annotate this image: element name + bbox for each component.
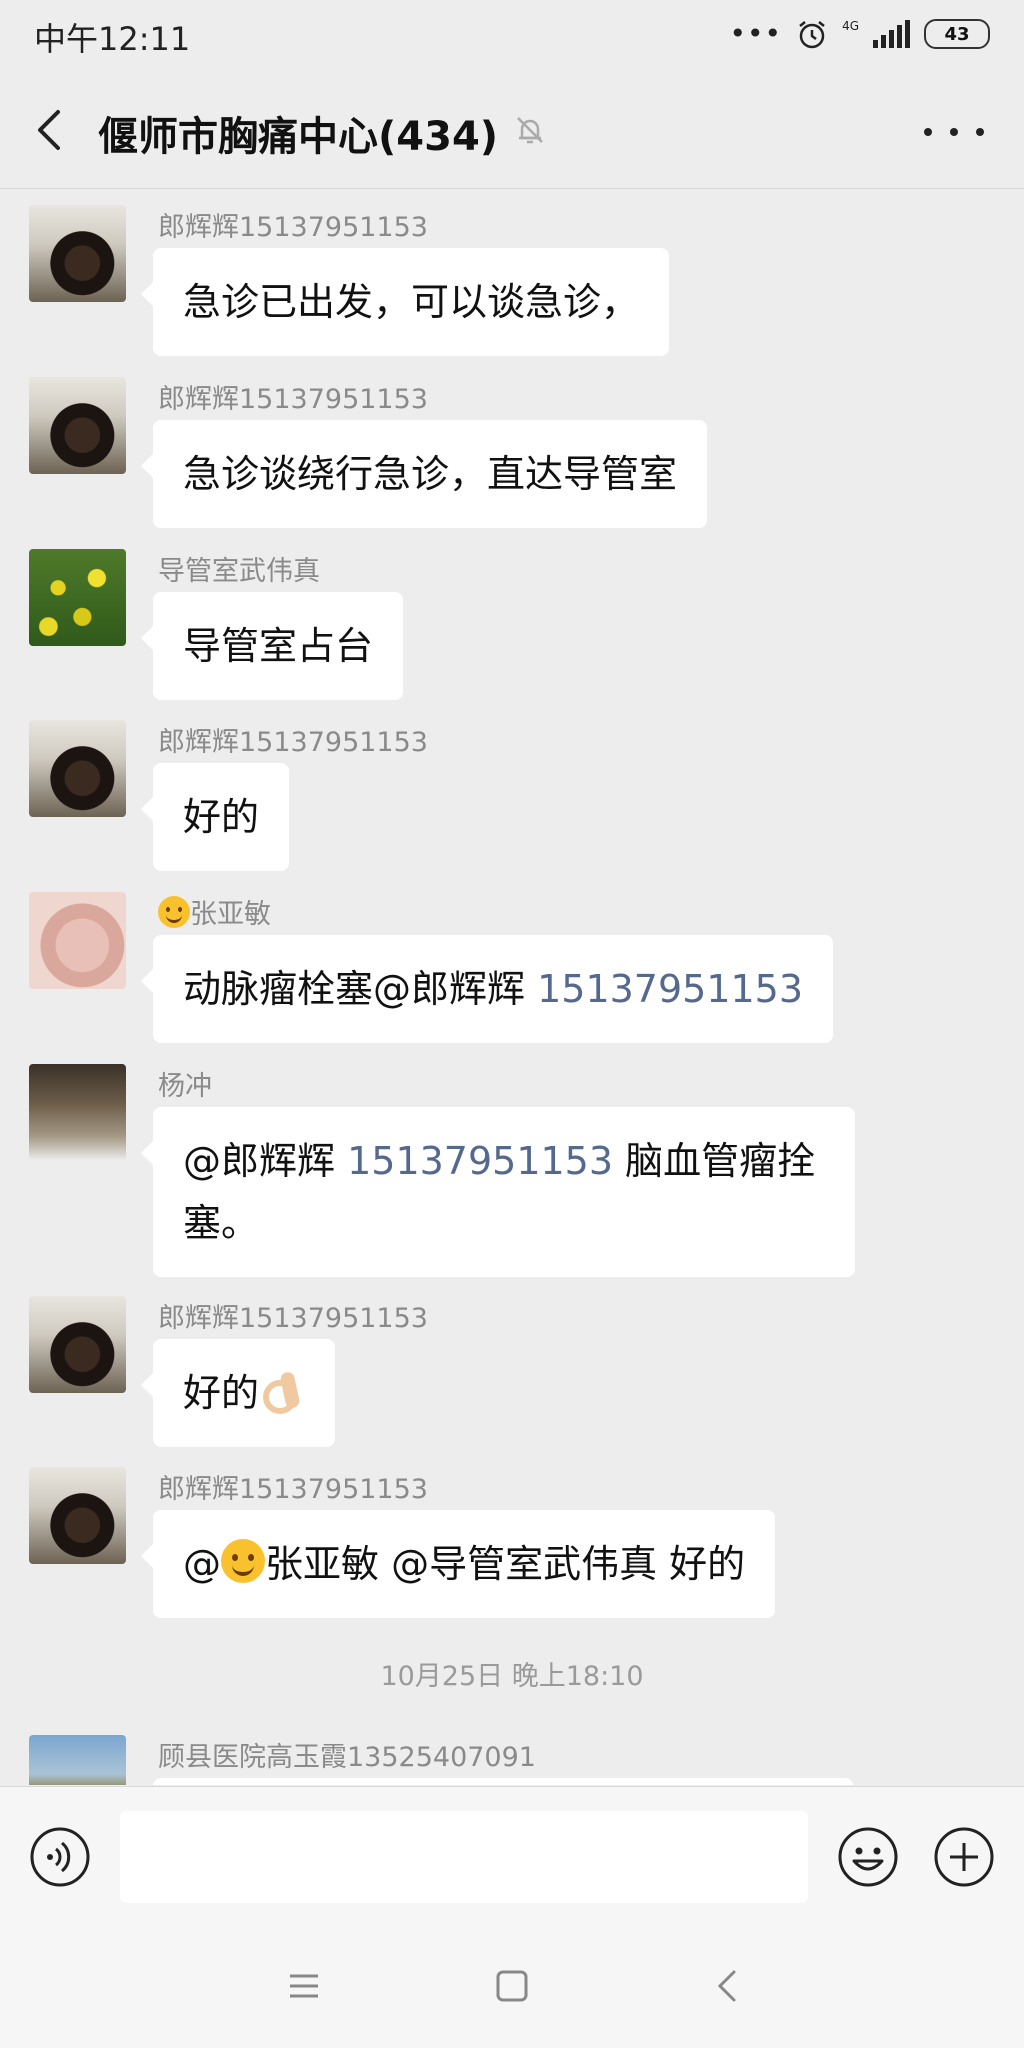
sender-name: 顾县医院高玉霞13525407091 — [158, 1742, 536, 1773]
message-bubble[interactable]: 好的 — [140, 1339, 336, 1447]
ok-hand-emoji-icon — [259, 1368, 305, 1414]
notification-dots-icon: ••• — [729, 17, 783, 50]
chat-title: 偃师市胸痛中心(434) — [98, 114, 499, 160]
message-bubble[interactable] — [153, 1778, 853, 1785]
sender-name: 导管室武伟真 — [158, 556, 320, 587]
avatar[interactable] — [29, 1296, 126, 1393]
avatar[interactable] — [29, 1735, 126, 1785]
message-bubble[interactable]: @ 张亚敏 @导管室武伟真 好的 — [140, 1510, 776, 1618]
message-text: 张亚敏 @导管室武伟真 好的 — [265, 1542, 746, 1586]
status-time: 中午12:11 — [34, 20, 191, 58]
message-bubble[interactable]: 动脉瘤栓塞@郎辉辉 15137951153 — [140, 935, 834, 1043]
nav-back-icon[interactable] — [706, 1964, 750, 2008]
back-arrow-icon — [38, 110, 60, 150]
avatar[interactable] — [29, 1467, 126, 1564]
sender-name: 杨冲 — [158, 1071, 212, 1102]
voice-button[interactable] — [28, 1825, 92, 1889]
message-bubble[interactable]: 好的 — [140, 763, 290, 871]
message-text: @ — [183, 1542, 221, 1586]
input-bar — [0, 1786, 1024, 1927]
message-bubble[interactable]: 急诊谈绕行急诊，直达导管室 — [140, 420, 708, 528]
avatar[interactable] — [29, 720, 126, 817]
sender-name: 郎辉辉15137951153 — [158, 1303, 428, 1334]
phone-link[interactable]: 15137951153 — [347, 1139, 613, 1183]
message-text: 急诊已出发，可以谈急诊， — [183, 280, 640, 324]
sender-name: 张亚敏 — [158, 892, 271, 931]
alarm-icon — [799, 21, 825, 49]
message-bubble[interactable]: 导管室占台 — [140, 592, 404, 700]
message-bubble[interactable]: @郎辉辉 15137951153 脑血管瘤拴塞。 — [141, 1107, 855, 1277]
status-bar: 中午12:11 ••• 4G 43 — [0, 0, 1024, 72]
message-text: 好的 — [183, 1371, 260, 1415]
avatar[interactable] — [29, 549, 126, 646]
more-icon — [924, 128, 932, 136]
menu-icon[interactable] — [282, 1964, 326, 2008]
message-text: 急诊谈绕行急诊，直达导管室 — [183, 452, 678, 496]
message-text: 动脉瘤栓塞@郎辉辉 — [183, 967, 538, 1011]
message-bubble[interactable]: 急诊已出发，可以谈急诊， — [140, 248, 670, 356]
mute-bell-icon — [517, 117, 543, 144]
avatar[interactable] — [29, 205, 126, 302]
signal-icon — [873, 20, 910, 48]
message-text: 导管室占台 — [183, 624, 374, 668]
battery-level: 43 — [944, 23, 970, 45]
plus-button[interactable] — [932, 1825, 996, 1889]
smile-emoji-icon — [158, 896, 190, 928]
status-icons: ••• 4G 43 — [730, 18, 990, 50]
system-nav-bar — [0, 1926, 1024, 2048]
avatar[interactable] — [29, 377, 126, 474]
network-type: 4G — [842, 19, 859, 33]
battery-icon: 43 — [924, 19, 990, 49]
avatar[interactable] — [29, 892, 126, 989]
message-input[interactable] — [120, 1811, 808, 1903]
more-options-button[interactable] — [924, 112, 984, 152]
phone-link[interactable]: 15137951153 — [537, 967, 803, 1011]
message-list[interactable]: 郎辉辉15137951153 急诊已出发，可以谈急诊， 郎辉辉151379511… — [0, 189, 1024, 1785]
emoji-button[interactable] — [836, 1825, 900, 1889]
chat-header: 偃师市胸痛中心(434) — [0, 72, 1024, 189]
sender-name: 郎辉辉15137951153 — [158, 212, 428, 243]
smile-emoji-icon — [221, 1539, 265, 1583]
sender-name: 郎辉辉15137951153 — [158, 384, 428, 415]
back-button[interactable] — [24, 102, 74, 158]
avatar[interactable] — [29, 1064, 126, 1161]
sender-name: 郎辉辉15137951153 — [158, 727, 428, 758]
message-text: 好的 — [183, 795, 260, 839]
sender-name: 郎辉辉15137951153 — [158, 1474, 428, 1505]
home-icon[interactable] — [490, 1964, 534, 2008]
time-divider: 10月25日 晚上18:10 — [380, 1661, 644, 1692]
message-text: @郎辉辉 — [183, 1139, 348, 1183]
